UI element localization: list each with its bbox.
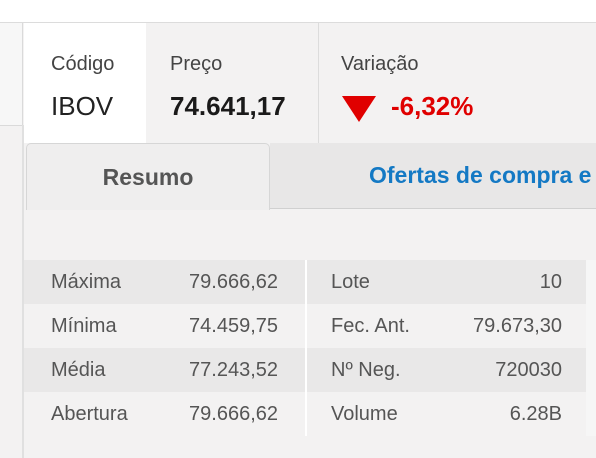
stat-label: Máxima (51, 271, 122, 293)
column-divider (305, 260, 307, 436)
code-label: Código (51, 53, 115, 75)
variation-value: -6,32% (391, 91, 474, 121)
variation-row: -6,32% (342, 91, 473, 122)
stat-label: Fec. Ant. (331, 315, 410, 337)
left-side-panel (0, 23, 23, 126)
stat-label: Abertura (51, 403, 128, 425)
table-row: Média 77.243,52 Nº Neg. 720030 (24, 348, 596, 392)
table-row: Abertura 79.666,62 Volume 6.28B (24, 392, 596, 436)
stat-value: 10 (539, 271, 562, 293)
price-value: 74.641,17 (170, 91, 286, 121)
table-row: Mínima 74.459,75 Fec. Ant. 79.673,30 (24, 304, 596, 348)
code-value: IBOV (51, 91, 114, 121)
variation-label: Variação (341, 53, 419, 75)
top-strip (0, 0, 596, 23)
stats-table: Máxima 79.666,62 Lote 10 Mínima 74.459,7… (24, 260, 596, 436)
stat-value: 79.673,30 (473, 315, 562, 337)
stat-value: 79.666,62 (189, 403, 278, 425)
table-row: Máxima 79.666,62 Lote 10 (24, 260, 596, 304)
stat-label: Média (51, 359, 106, 381)
tab-resumo[interactable]: Resumo (26, 143, 270, 210)
code-cell: Código IBOV (24, 23, 146, 143)
table-right-edge (586, 260, 596, 436)
stat-label: Volume (331, 403, 398, 425)
stat-value: 720030 (495, 359, 562, 381)
stat-value: 74.459,75 (189, 315, 278, 337)
down-triangle-icon (342, 95, 376, 122)
variation-cell: Variação -6,32% (318, 23, 596, 143)
stat-label: Mínima (51, 315, 117, 337)
tab-ofertas[interactable]: Ofertas de compra e (270, 143, 596, 209)
stat-label: Nº Neg. (331, 359, 401, 381)
stat-value: 6.28B (509, 403, 562, 425)
stat-label: Lote (331, 271, 370, 293)
price-label: Preço (170, 53, 223, 75)
tab-bar: Resumo Ofertas de compra e (24, 143, 596, 210)
quote-header: Código IBOV Preço 74.641,17 Variação -6,… (24, 23, 596, 143)
stat-value: 77.243,52 (189, 359, 278, 381)
stat-value: 79.666,62 (189, 271, 278, 293)
price-cell: Preço 74.641,17 (146, 23, 319, 143)
